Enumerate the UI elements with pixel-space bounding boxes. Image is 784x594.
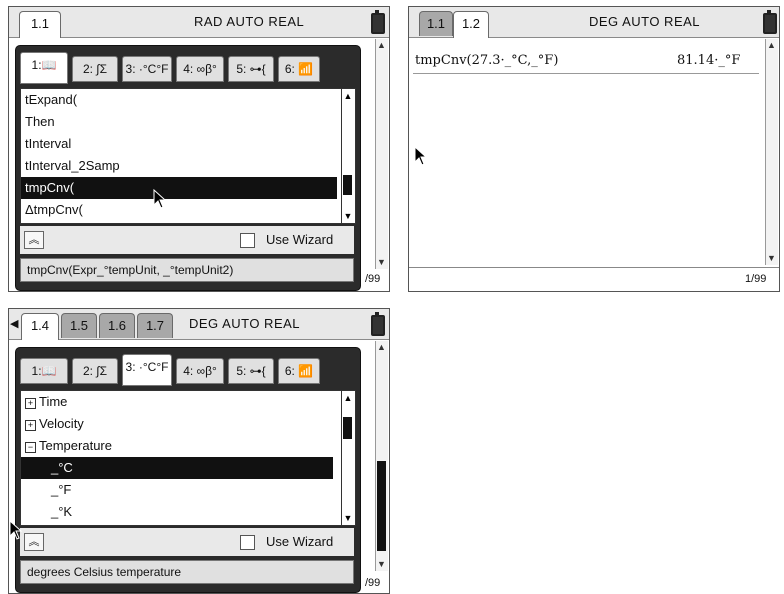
list-item[interactable]: + Velocity xyxy=(21,413,337,435)
tab-left-arrow-icon[interactable]: ◀ xyxy=(10,317,18,330)
list-item[interactable]: − Temperature xyxy=(21,435,337,457)
tab-1-2[interactable]: 1.2 xyxy=(453,11,489,38)
use-wizard-label: Use Wizard xyxy=(266,232,334,247)
catalog-list[interactable]: + Time + Velocity − Temperature _°C _°F _°K… xyxy=(20,390,356,526)
page-number: 1/99 xyxy=(745,273,767,285)
list-scroll-down-icon[interactable]: ▼ xyxy=(342,211,354,221)
wizard-bar: ︽ Use Wizard xyxy=(20,528,354,556)
catalog-tab-1[interactable]: 1:📖 xyxy=(20,52,68,84)
catalog-tab-4[interactable]: 4: ∞β° xyxy=(176,56,224,82)
catalog-panel: 1:📖 2: ∫Σ 3: ·°C°F 4: ∞β° 5: ⊶{ 6: 📶 tEx… xyxy=(15,45,361,291)
catalog-tab-4[interactable]: 4: ∞β° xyxy=(176,358,224,384)
use-wizard-checkbox[interactable] xyxy=(240,233,255,248)
scroll-down-icon[interactable]: ▼ xyxy=(767,254,776,263)
status-mode: RAD AUTO REAL xyxy=(194,14,305,29)
list-item-label: Velocity xyxy=(39,416,84,431)
mouse-pointer-icon xyxy=(9,519,23,540)
list-item[interactable]: tInterval_2Samp xyxy=(21,155,337,177)
scroll-down-icon[interactable]: ▼ xyxy=(377,258,386,267)
catalog-tab-5[interactable]: 5: ⊶{ xyxy=(228,358,274,384)
help-text: degrees Celsius temperature xyxy=(20,560,354,584)
catalog-tab-2[interactable]: 2: ∫Σ xyxy=(72,358,118,384)
top-bar: 1.1 1.2 DEG AUTO REAL xyxy=(409,7,779,38)
screen-2: 1.1 1.2 DEG AUTO REAL tmpCnv(27.3·_°C,_°… xyxy=(408,6,780,292)
list-item-selected[interactable]: tmpCnv( xyxy=(21,177,337,199)
screen-1: 1.1 RAD AUTO REAL ▲ ▼ 1:📖 2: ∫Σ 3: ·°C°F… xyxy=(8,6,390,292)
scroll-up-icon[interactable]: ▲ xyxy=(377,343,386,352)
list-item[interactable]: tInterval xyxy=(21,133,337,155)
battery-icon xyxy=(371,10,385,34)
list-scrollbar[interactable]: ▲ ▼ xyxy=(341,391,354,525)
list-scrollbar[interactable]: ▲ ▼ xyxy=(341,89,354,223)
tab-1-6[interactable]: 1.6 xyxy=(99,313,135,338)
catalog-tab-3[interactable]: 3: ·°C°F xyxy=(122,56,172,82)
entry-line[interactable] xyxy=(409,267,779,290)
scroll-up-icon[interactable]: ▲ xyxy=(377,41,386,50)
calculator-entry[interactable]: tmpCnv(27.3·_°C,_°F) xyxy=(415,53,558,68)
top-bar: 1.1 RAD AUTO REAL xyxy=(9,7,389,38)
top-bar: ◀ 1.4 1.5 1.6 1.7 DEG AUTO REAL xyxy=(9,309,389,340)
list-item[interactable]: _°K xyxy=(21,501,333,523)
help-text: tmpCnv(Expr_°tempUnit, _°tempUnit2) xyxy=(20,258,354,282)
screen-3: ◀ 1.4 1.5 1.6 1.7 DEG AUTO REAL ▲ ▼ 1:📖 … xyxy=(8,308,390,594)
calculator-result: 81.14·_°F xyxy=(677,53,741,68)
page-number: /99 xyxy=(365,577,381,589)
tab-1-4[interactable]: 1.4 xyxy=(21,313,59,340)
scroll-down-icon[interactable]: ▼ xyxy=(377,560,386,569)
expand-up-icon[interactable]: ︽ xyxy=(24,533,44,551)
tab-1-5[interactable]: 1.5 xyxy=(61,313,97,338)
use-wizard-checkbox[interactable] xyxy=(240,535,255,550)
list-item-label: Temperature xyxy=(39,438,112,453)
list-scroll-thumb[interactable] xyxy=(343,417,352,439)
list-item[interactable]: _°F xyxy=(21,479,333,501)
tab-1-7[interactable]: 1.7 xyxy=(137,313,173,338)
mouse-pointer-icon xyxy=(414,145,428,166)
catalog-tab-5[interactable]: 5: ⊶{ xyxy=(228,56,274,82)
list-scroll-up-icon[interactable]: ▲ xyxy=(342,393,354,403)
catalog-tab-3[interactable]: 3: ·°C°F xyxy=(122,354,172,386)
catalog-list[interactable]: tExpand( Then tInterval tInterval_2Samp … xyxy=(20,88,356,224)
use-wizard-label: Use Wizard xyxy=(266,534,334,549)
catalog-tab-6[interactable]: 6: 📶 xyxy=(278,56,320,82)
list-scroll-down-icon[interactable]: ▼ xyxy=(342,513,354,523)
status-mode: DEG AUTO REAL xyxy=(589,14,701,29)
expand-icon[interactable]: + xyxy=(25,398,36,409)
page-scrollbar[interactable]: ▲ ▼ xyxy=(375,341,388,571)
page-scrollbar[interactable]: ▲ ▼ xyxy=(375,39,388,269)
list-item-label: Time xyxy=(39,394,68,409)
battery-icon xyxy=(763,10,777,34)
page-scroll-thumb[interactable] xyxy=(377,461,386,551)
list-scroll-up-icon[interactable]: ▲ xyxy=(342,91,354,101)
catalog-tab-2[interactable]: 2: ∫Σ xyxy=(72,56,118,82)
list-item[interactable]: tExpand( xyxy=(21,89,337,111)
list-item-selected[interactable]: _°C xyxy=(21,457,333,479)
list-item[interactable]: + Time xyxy=(21,391,337,413)
tab-1-1[interactable]: 1.1 xyxy=(419,11,453,36)
catalog-tab-1[interactable]: 1:📖 xyxy=(20,358,68,384)
status-mode: DEG AUTO REAL xyxy=(189,316,301,331)
tab-1-1[interactable]: 1.1 xyxy=(19,11,61,38)
page-number: /99 xyxy=(365,273,381,285)
expand-icon[interactable]: + xyxy=(25,420,36,431)
catalog-tab-6[interactable]: 6: 📶 xyxy=(278,358,320,384)
mouse-pointer-icon xyxy=(153,188,167,209)
page-scrollbar[interactable]: ▲ ▼ xyxy=(765,39,778,265)
collapse-icon[interactable]: − xyxy=(25,442,36,453)
list-item[interactable]: ΔtmpCnv( xyxy=(21,199,337,221)
wizard-bar: ︽ Use Wizard xyxy=(20,226,354,254)
scroll-up-icon[interactable]: ▲ xyxy=(767,41,776,50)
list-scroll-thumb[interactable] xyxy=(343,175,352,195)
list-item[interactable]: Then xyxy=(21,111,337,133)
expand-up-icon[interactable]: ︽ xyxy=(24,231,44,249)
catalog-panel: 1:📖 2: ∫Σ 3: ·°C°F 4: ∞β° 5: ⊶{ 6: 📶 + Ti… xyxy=(15,347,361,593)
entry-divider xyxy=(413,73,759,74)
battery-icon xyxy=(371,312,385,336)
